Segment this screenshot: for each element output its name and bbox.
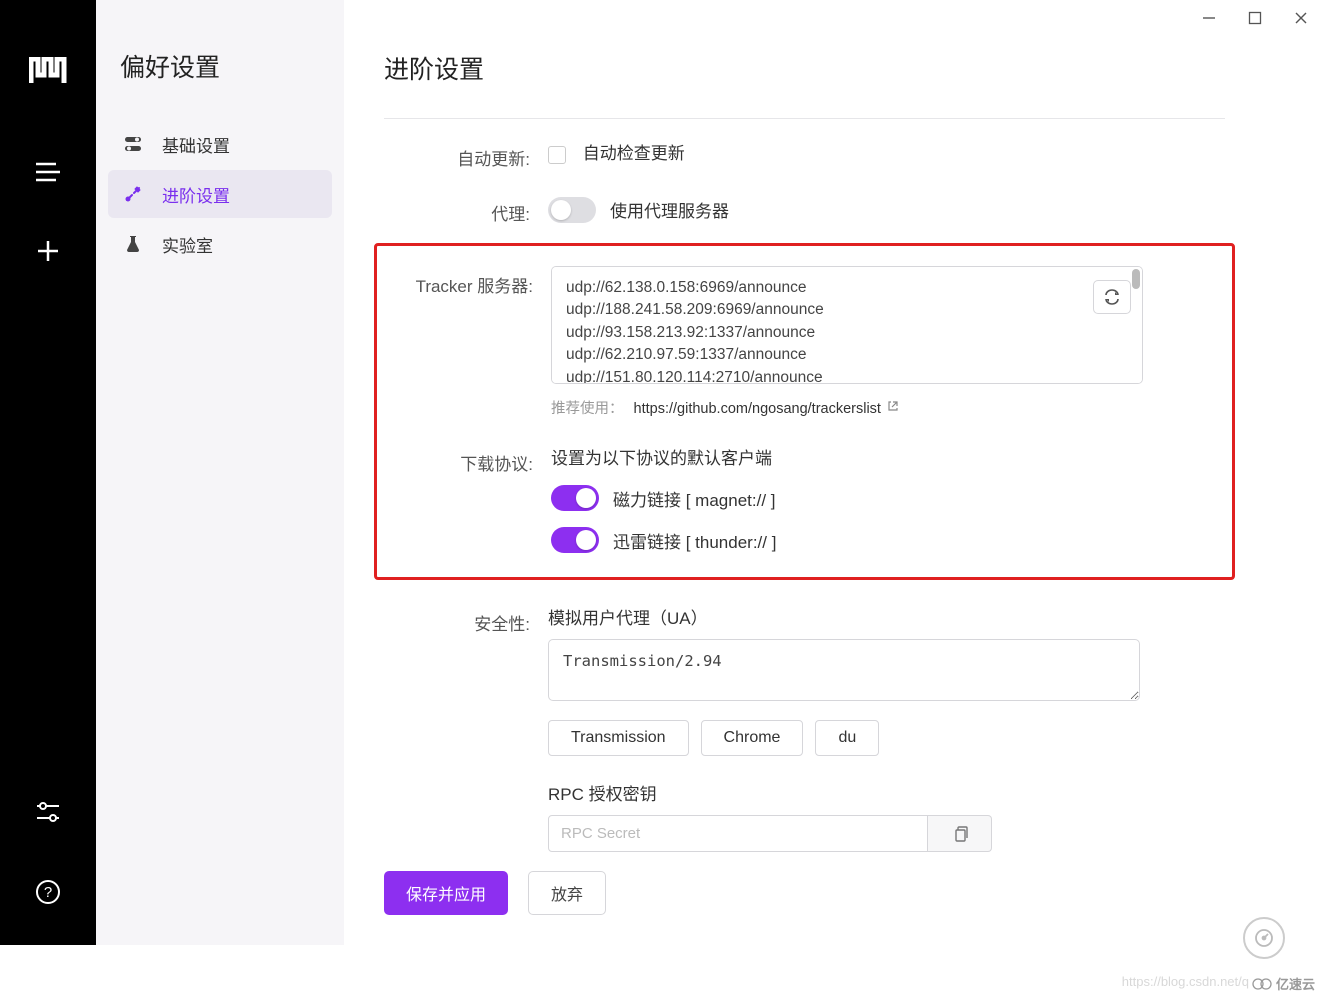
tracker-label: Tracker 服务器: (387, 266, 551, 297)
thunder-switch[interactable] (551, 527, 599, 553)
tracker-textarea[interactable] (551, 266, 1143, 384)
thunder-label: 迅雷链接 [ thunder:// ] (613, 528, 776, 553)
save-button[interactable]: 保存并应用 (384, 871, 508, 915)
security-label: 安全性: (384, 604, 548, 635)
help-icon[interactable]: ? (35, 879, 61, 909)
menu-icon[interactable] (34, 161, 62, 187)
proxy-switch[interactable] (548, 197, 596, 223)
watermark-text: https://blog.csdn.net/q (1122, 974, 1249, 989)
ua-textarea[interactable] (548, 639, 1140, 701)
ua-preset-du[interactable]: du (815, 720, 879, 756)
watermark-brand: 亿速云 (1252, 974, 1315, 993)
sliders-icon (122, 136, 144, 152)
add-icon[interactable] (36, 239, 60, 267)
magnet-label: 磁力链接 [ magnet:// ] (613, 486, 776, 511)
ua-heading: 模拟用户代理（UA） (548, 604, 1225, 629)
tracker-sync-button[interactable] (1093, 280, 1131, 314)
speedometer-icon[interactable] (1243, 917, 1285, 959)
tracker-scrollbar[interactable] (1132, 269, 1140, 289)
window-minimize[interactable] (1199, 8, 1219, 28)
ua-preset-chrome[interactable]: Chrome (701, 720, 804, 756)
footer: 保存并应用 放弃 (344, 857, 1265, 945)
flask-icon (122, 235, 144, 253)
tracker-link[interactable]: https://github.com/ngosang/trackerslist (634, 401, 881, 417)
sidebar-item-advanced[interactable]: 进阶设置 (108, 170, 332, 218)
autoupdate-text: 自动检查更新 (583, 144, 685, 163)
autoupdate-label: 自动更新: (384, 139, 548, 170)
rpc-secret-input[interactable] (548, 815, 928, 852)
external-link-icon (887, 400, 899, 416)
app-logo (29, 50, 67, 95)
sidebar-title: 偏好设置 (108, 48, 332, 84)
autoupdate-checkbox[interactable] (548, 146, 566, 164)
sidebar-item-lab[interactable]: 实验室 (108, 220, 332, 268)
window-maximize[interactable] (1245, 8, 1265, 28)
nav-rail: ? (0, 0, 96, 945)
discard-button[interactable]: 放弃 (528, 871, 606, 915)
svg-text:?: ? (44, 884, 52, 901)
proxy-text: 使用代理服务器 (610, 197, 729, 222)
sidebar-item-label: 进阶设置 (162, 182, 230, 207)
sidebar-item-basic[interactable]: 基础设置 (108, 120, 332, 168)
settings-sidebar: 偏好设置 基础设置 进阶设置 实验室 (96, 0, 344, 945)
tools-icon (122, 185, 144, 203)
magnet-switch[interactable] (551, 485, 599, 511)
protocol-desc: 设置为以下协议的默认客户端 (551, 444, 1222, 469)
sidebar-item-label: 基础设置 (162, 132, 230, 157)
page-title: 进阶设置 (384, 50, 1225, 86)
window-close[interactable] (1291, 8, 1311, 28)
tracker-hint: 推荐使用： https://github.com/ngosang/tracker… (551, 397, 1222, 418)
rpc-copy-button[interactable] (928, 815, 992, 852)
highlight-box: Tracker 服务器: 推荐使用： https://github.com/ng… (374, 243, 1235, 580)
protocol-label: 下载协议: (387, 444, 551, 553)
settings-icon[interactable] (35, 801, 61, 827)
main-panel: 进阶设置 自动更新: 自动检查更新 代理: 使用代理服务器 (344, 0, 1265, 945)
rpc-heading: RPC 授权密钥 (548, 780, 1225, 805)
sidebar-item-label: 实验室 (162, 232, 213, 257)
ua-preset-transmission[interactable]: Transmission (548, 720, 689, 756)
proxy-label: 代理: (384, 194, 548, 225)
